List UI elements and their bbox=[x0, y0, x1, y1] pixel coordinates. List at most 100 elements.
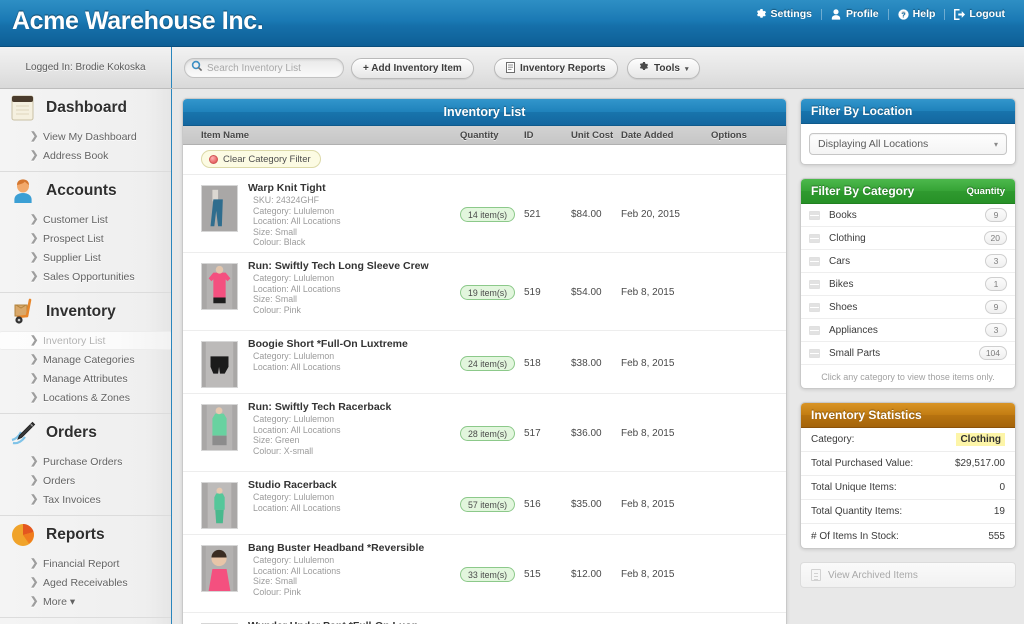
category-quantity: 104 bbox=[978, 346, 1007, 360]
drag-handle-icon[interactable] bbox=[809, 210, 820, 220]
category-row-books[interactable]: Books 9 bbox=[801, 204, 1015, 227]
clear-category-filter-button[interactable]: Clear Category Filter bbox=[201, 150, 321, 168]
top-nav-item-settings[interactable]: Settings bbox=[747, 5, 821, 23]
sidebar-item-label: Prospect List bbox=[43, 232, 104, 245]
tools-button[interactable]: Tools ▾ bbox=[627, 58, 701, 79]
inventory-reports-label: Inventory Reports bbox=[520, 63, 606, 74]
item-unit-cost: $38.00 bbox=[571, 358, 602, 369]
sidebar-item-financial-report[interactable]: ❯ Financial Report bbox=[0, 554, 171, 573]
category-row-small-parts[interactable]: Small Parts 104 bbox=[801, 342, 1015, 365]
sidebar-item-view-my-dashboard[interactable]: ❯ View My Dashboard bbox=[0, 127, 171, 146]
statistic-value: $29,517.00 bbox=[954, 458, 1005, 469]
add-inventory-item-button[interactable]: + Add Inventory Item bbox=[351, 58, 474, 79]
sidebar-item-address-book[interactable]: ❯ Address Book bbox=[0, 146, 171, 165]
category-row-appliances[interactable]: Appliances 3 bbox=[801, 319, 1015, 342]
sidebar-item-aged-receivables[interactable]: ❯ Aged Receivables bbox=[0, 573, 171, 592]
table-row[interactable]: Bang Buster Headband *Reversible Category… bbox=[183, 535, 786, 613]
top-nav-item-logout[interactable]: Logout bbox=[945, 5, 1014, 23]
view-archived-items-button[interactable]: View Archived Items bbox=[800, 562, 1016, 588]
item-thumbnail[interactable] bbox=[201, 545, 238, 592]
table-row[interactable]: Boogie Short *Full-On Luxtreme Category: … bbox=[183, 331, 786, 394]
sidebar-item-more[interactable]: ❯ More ▾ bbox=[0, 592, 171, 611]
sidebar-item-locations-zones[interactable]: ❯ Locations & Zones bbox=[0, 388, 171, 407]
category-quantity: 3 bbox=[985, 254, 1007, 268]
chevron-right-icon: ❯ bbox=[30, 577, 39, 588]
item-thumbnail[interactable] bbox=[201, 404, 238, 451]
item-quantity-badge: 28 item(s) bbox=[460, 426, 516, 441]
statistic-value: 555 bbox=[988, 530, 1005, 542]
location-select[interactable]: Displaying All Locations ▾ bbox=[809, 133, 1007, 155]
drag-handle-icon[interactable] bbox=[809, 279, 820, 289]
hand-truck-icon bbox=[8, 297, 38, 327]
item-name[interactable]: Run: Swiftly Tech Long Sleeve Crew bbox=[248, 260, 429, 272]
top-nav-item-help[interactable]: ? Help bbox=[889, 5, 945, 23]
item-quantity-badge: 57 item(s) bbox=[460, 497, 516, 512]
item-thumbnail[interactable] bbox=[201, 341, 238, 388]
item-thumbnail[interactable] bbox=[201, 482, 238, 529]
item-date-added: Feb 8, 2015 bbox=[621, 287, 675, 298]
sidebar-item-supplier-list[interactable]: ❯ Supplier List bbox=[0, 248, 171, 267]
sidebar-item-inventory-list[interactable]: ❯ Inventory List bbox=[0, 331, 171, 350]
sidebar-item-prospect-list[interactable]: ❯ Prospect List bbox=[0, 229, 171, 248]
item-meta-line: Location: All Locations bbox=[253, 283, 341, 294]
item-name[interactable]: Boogie Short *Full-On Luxtreme bbox=[248, 338, 408, 350]
category-name: Small Parts bbox=[829, 347, 881, 359]
item-meta-line: Category: Lululemon bbox=[253, 273, 335, 283]
item-meta-line: Category: Lululemon bbox=[253, 555, 335, 565]
sidebar-item-purchase-orders[interactable]: ❯ Purchase Orders bbox=[0, 452, 171, 471]
item-unit-cost: $84.00 bbox=[571, 209, 602, 220]
sidebar-item-manage-categories[interactable]: ❯ Manage Categories bbox=[0, 350, 171, 369]
sidebar-group-title: Reports bbox=[46, 526, 105, 543]
sidebar-group-header[interactable]: Reports bbox=[0, 516, 171, 554]
sidebar-item-label: Customer List bbox=[43, 213, 108, 226]
item-thumbnail[interactable] bbox=[201, 185, 238, 232]
search-box[interactable] bbox=[184, 58, 344, 78]
item-meta: Category: Lululemon Location: All Locatio… bbox=[253, 351, 341, 372]
item-thumbnail[interactable] bbox=[201, 263, 238, 310]
item-date-added: Feb 20, 2015 bbox=[621, 209, 680, 220]
drag-handle-icon[interactable] bbox=[809, 325, 820, 335]
item-name[interactable]: Run: Swiftly Tech Racerback bbox=[248, 401, 391, 413]
top-nav-item-profile[interactable]: Profile bbox=[822, 5, 888, 23]
category-row-clothing[interactable]: Clothing 20 bbox=[801, 227, 1015, 250]
item-meta-line: Size: Small bbox=[253, 576, 297, 587]
item-name[interactable]: Warp Knit Tight bbox=[248, 182, 326, 194]
column-quantity: Quantity bbox=[460, 130, 499, 141]
drag-handle-icon[interactable] bbox=[809, 302, 820, 312]
sidebar-item-sales-opportunities[interactable]: ❯ Sales Opportunities bbox=[0, 267, 171, 286]
sidebar-item-label: Orders bbox=[43, 474, 76, 487]
sidebar-group-header[interactable]: Accounts bbox=[0, 172, 171, 210]
item-meta-line: Colour: Pink bbox=[253, 304, 301, 315]
sidebar-item-manage-attributes[interactable]: ❯ Manage Attributes bbox=[0, 369, 171, 388]
item-name[interactable]: Wunder Under Pant *Full-On Luon bbox=[248, 620, 418, 624]
table-row[interactable]: Warp Knit Tight SKU: 24324GHF Category: Lu… bbox=[183, 175, 786, 253]
sidebar-group-header[interactable]: Dashboard bbox=[0, 89, 171, 127]
sidebar-group-header[interactable]: Inventory bbox=[0, 293, 171, 331]
item-name[interactable]: Bang Buster Headband *Reversible bbox=[248, 542, 424, 554]
table-row[interactable]: Studio Racerback Category: Lululemon Locat… bbox=[183, 472, 786, 535]
item-meta-line: Size: Green bbox=[253, 435, 300, 446]
drag-handle-icon[interactable] bbox=[809, 348, 820, 358]
drag-handle-icon[interactable] bbox=[809, 256, 820, 266]
table-row[interactable]: Run: Swiftly Tech Racerback Category: Lul… bbox=[183, 394, 786, 472]
category-quantity: 9 bbox=[985, 208, 1007, 222]
sidebar-item-tax-invoices[interactable]: ❯ Tax Invoices bbox=[0, 490, 171, 509]
category-row-bikes[interactable]: Bikes 1 bbox=[801, 273, 1015, 296]
sidebar-item-customer-list[interactable]: ❯ Customer List bbox=[0, 210, 171, 229]
sidebar-item-orders[interactable]: ❯ Orders bbox=[0, 471, 171, 490]
table-row[interactable]: Run: Swiftly Tech Long Sleeve Crew Catego… bbox=[183, 253, 786, 331]
category-name: Appliances bbox=[829, 324, 878, 336]
search-input[interactable] bbox=[207, 62, 335, 74]
drag-handle-icon[interactable] bbox=[809, 233, 820, 243]
inventory-reports-button[interactable]: Inventory Reports bbox=[494, 58, 618, 79]
table-row[interactable]: Wunder Under Pant *Full-On LuonCategory:… bbox=[183, 613, 786, 624]
user-icon bbox=[831, 8, 842, 20]
sidebar-item-label: Financial Report bbox=[43, 557, 120, 570]
item-name[interactable]: Studio Racerback bbox=[248, 479, 337, 491]
category-row-cars[interactable]: Cars 3 bbox=[801, 250, 1015, 273]
clear-icon bbox=[209, 154, 218, 164]
sidebar-group-header[interactable]: Orders bbox=[0, 414, 171, 452]
logged-in-label: Logged In: Brodie Kokoska bbox=[0, 47, 172, 88]
category-row-shoes[interactable]: Shoes 9 bbox=[801, 296, 1015, 319]
statistic-value: 19 bbox=[993, 506, 1005, 517]
